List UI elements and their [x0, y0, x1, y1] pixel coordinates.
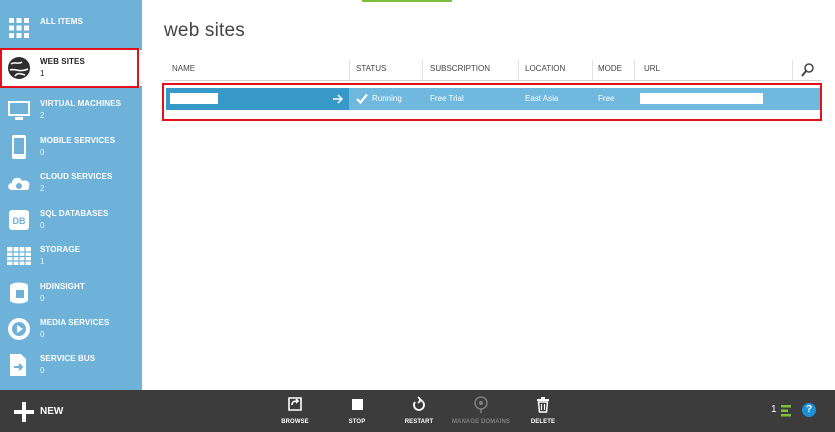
table-row[interactable]: Running Free Trial East Asia Free — [164, 88, 820, 110]
sidebar-item-all-items[interactable]: ALL ITEMS — [0, 10, 142, 46]
check-icon — [356, 93, 368, 104]
arrow-right-icon[interactable] — [333, 94, 344, 104]
location-cell: East Asia — [525, 94, 559, 103]
sidebar-item-web-sites[interactable]: WEB SITES 1 — [0, 50, 142, 86]
sidebar-item-count: 2 — [40, 111, 45, 120]
sidebar-item-virtual-machines[interactable]: VIRTUAL MACHINES 2 — [0, 92, 142, 128]
column-header-location[interactable]: LOCATION — [525, 64, 565, 73]
column-header-name[interactable]: NAME — [172, 64, 195, 73]
stop-button[interactable]: STOP — [327, 396, 387, 430]
sidebar-item-label: MOBILE SERVICES — [40, 136, 116, 145]
manage-domains-button: MANAGE DOMAINS — [451, 396, 511, 430]
sidebar-item-label: STORAGE — [40, 245, 81, 254]
sidebar-item-mobile-services[interactable]: MOBILE SERVICES 0 — [0, 129, 142, 165]
sidebar-item-label: MEDIA SERVICES — [40, 318, 110, 327]
sidebar-item-count: 1 — [40, 69, 45, 78]
database-icon: DB — [9, 210, 29, 230]
hdinsight-icon — [10, 282, 28, 304]
plus-icon — [14, 402, 34, 422]
column-header-subscription[interactable]: SUBSCRIPTION — [430, 64, 490, 73]
mobile-icon — [12, 135, 26, 159]
globe-icon — [8, 57, 30, 79]
delete-button[interactable]: DELETE — [513, 396, 573, 430]
sidebar-item-count: 1 — [40, 257, 45, 266]
sidebar-item-service-bus[interactable]: SERVICE BUS 0 — [0, 347, 142, 383]
sidebar-item-sql-databases[interactable]: DB SQL DATABASES 0 — [0, 202, 142, 238]
search-icon[interactable] — [798, 62, 818, 78]
browse-label: BROWSE — [281, 419, 309, 425]
sidebar-item-label: ALL ITEMS — [40, 17, 83, 26]
media-icon — [8, 318, 30, 340]
all-items-grid-icon — [9, 18, 29, 38]
manage-domains-icon — [474, 396, 488, 413]
sidebar-item-storage[interactable]: STORAGE 1 — [0, 238, 142, 274]
sidebar-item-hdinsight[interactable]: HDINSIGHT 0 — [0, 275, 142, 311]
sidebar-item-label: SERVICE BUS — [40, 354, 96, 363]
svg-text:DB: DB — [13, 216, 26, 226]
sidebar-item-label: VIRTUAL MACHINES — [40, 99, 122, 108]
stop-icon — [352, 399, 363, 410]
notifications-icon[interactable] — [779, 404, 793, 418]
sidebar-item-count: 0 — [40, 221, 45, 230]
restart-label: RESTART — [404, 419, 434, 425]
redacted-site-name — [170, 93, 218, 104]
sidebar-item-cloud-services[interactable]: CLOUD SERVICES 2 — [0, 165, 142, 201]
browse-button[interactable]: BROWSE — [265, 396, 325, 430]
sidebar-item-count: 0 — [40, 148, 45, 157]
sidebar-item-label: SQL DATABASES — [40, 209, 109, 218]
column-header-status[interactable]: STATUS — [356, 64, 386, 73]
command-bar: NEW BROWSE STOP RESTART MANAGE DOMAINS D… — [0, 390, 835, 432]
name-cell[interactable] — [166, 88, 349, 110]
column-divider — [518, 60, 519, 80]
restart-icon — [413, 396, 425, 411]
restart-button[interactable]: RESTART — [389, 396, 449, 430]
column-divider — [349, 60, 350, 80]
sidebar-item-count: 0 — [40, 366, 45, 375]
delete-label: DELETE — [530, 419, 556, 425]
column-divider — [422, 60, 423, 80]
page-title: web sites — [164, 20, 246, 41]
manage-domains-label: MANAGE DOMAINS — [451, 419, 511, 425]
storage-table-icon — [7, 247, 31, 265]
column-divider — [634, 60, 635, 80]
help-button[interactable]: ? — [802, 403, 816, 417]
column-divider — [792, 60, 793, 80]
subscription-cell: Free Trial — [430, 94, 464, 103]
status-cell: Running — [372, 94, 402, 103]
trash-icon — [537, 397, 549, 413]
sidebar-item-count: 0 — [40, 330, 45, 339]
sidebar-item-count: 0 — [40, 294, 45, 303]
loading-progress-bar — [362, 0, 452, 2]
cloud-gear-icon — [8, 177, 30, 190]
sidebar-item-label: WEB SITES — [40, 57, 85, 66]
column-header-url[interactable]: URL — [644, 64, 660, 73]
browse-icon — [288, 397, 302, 411]
sidebar-item-media-services[interactable]: MEDIA SERVICES 0 — [0, 311, 142, 347]
redacted-url[interactable] — [640, 93, 763, 104]
mode-cell: Free — [598, 94, 615, 103]
sidebar-item-label: HDINSIGHT — [40, 282, 85, 291]
sidebar: ALL ITEMS WEB SITES 1 VIRTUAL MACHINES 2… — [0, 0, 142, 390]
stop-label: STOP — [348, 419, 366, 425]
column-header-mode[interactable]: MODE — [598, 64, 622, 73]
notification-count[interactable]: 1 — [771, 404, 777, 415]
service-bus-icon — [10, 354, 26, 376]
monitor-icon — [8, 101, 30, 120]
column-divider — [592, 60, 593, 80]
new-button-label: NEW — [40, 406, 64, 417]
table-header: NAME STATUS SUBSCRIPTION LOCATION MODE U… — [164, 60, 821, 81]
sidebar-item-count: 2 — [40, 184, 45, 193]
sidebar-item-label: CLOUD SERVICES — [40, 172, 113, 181]
